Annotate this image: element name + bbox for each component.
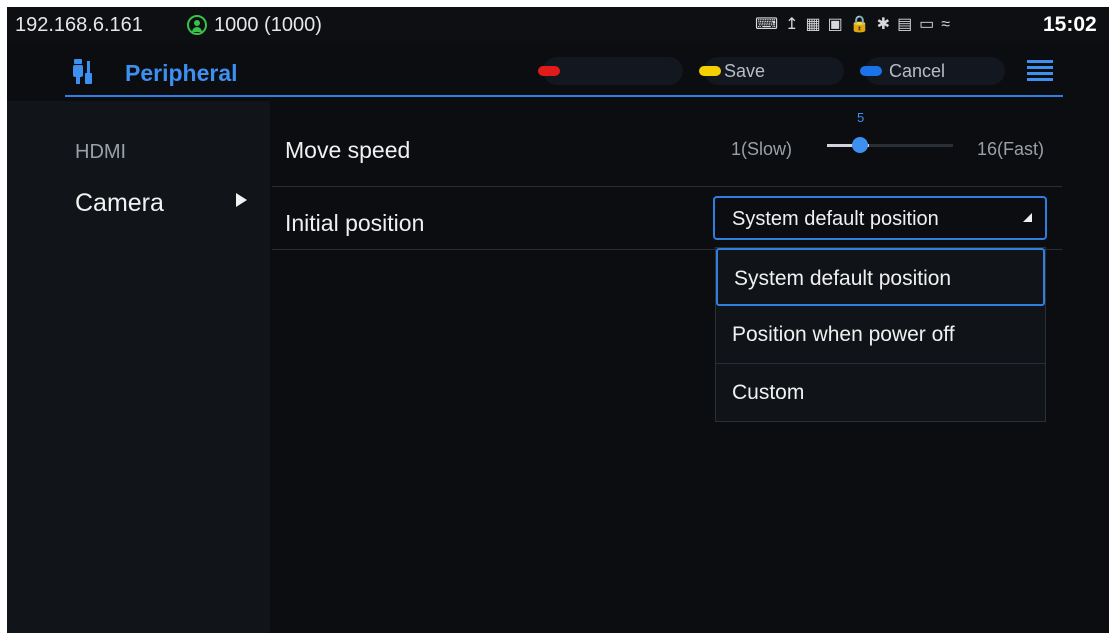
slider-value-label: 5 — [857, 110, 865, 125]
red-key-icon — [538, 66, 560, 76]
clock: 15:02 — [1043, 13, 1097, 36]
account-status-icon — [187, 15, 207, 35]
header-divider — [65, 95, 1063, 97]
initial-position-label: Initial position — [285, 210, 425, 236]
initial-position-select[interactable]: System default position — [713, 196, 1047, 240]
slider-max-label: 16(Fast) — [977, 139, 1045, 159]
account-label: 1000 (1000) — [214, 14, 322, 36]
option-label: Position when power off — [732, 323, 955, 346]
sidebar — [7, 101, 270, 633]
cancel-label: Cancel — [889, 61, 946, 81]
dropdown-menu: System default position Position when po… — [715, 247, 1046, 422]
sidebar-item-hdmi[interactable]: HDMI — [75, 141, 126, 164]
status-icons: ⌨↥▦▣🔒✱▤▭≈ — [755, 16, 958, 33]
select-value: System default position — [732, 208, 939, 230]
header: Peripheral Save Cancel — [7, 41, 1109, 101]
page-title: Peripheral — [125, 60, 238, 86]
sidebar-item-camera[interactable]: Camera — [75, 189, 164, 218]
save-button[interactable]: Save — [699, 57, 844, 85]
screen: 192.168.6.161 1000 (1000) ⌨↥▦▣🔒✱▤▭≈ 15:0… — [7, 7, 1109, 633]
menu-icon[interactable] — [1027, 60, 1053, 82]
dropdown-arrow-icon — [1023, 213, 1032, 222]
row-divider — [272, 186, 1062, 187]
option-system-default[interactable]: System default position — [716, 248, 1045, 306]
ip-address: 192.168.6.161 — [15, 14, 143, 36]
save-label: Save — [724, 61, 766, 81]
status-bar: 192.168.6.161 1000 (1000) ⌨↥▦▣🔒✱▤▭≈ 15:0… — [7, 7, 1109, 41]
move-speed-slider[interactable] — [827, 144, 953, 147]
option-label: Custom — [732, 381, 805, 404]
selected-arrow-icon — [236, 193, 247, 207]
option-label: System default position — [734, 267, 952, 290]
cancel-button[interactable]: Cancel — [860, 57, 1005, 85]
option-custom[interactable]: Custom — [716, 364, 1045, 422]
slider-thumb[interactable] — [852, 137, 868, 153]
red-softkey-button[interactable] — [538, 57, 683, 85]
slider-min-label: 1(Slow) — [731, 139, 793, 159]
move-speed-label: Move speed — [285, 137, 411, 163]
yellow-key-icon — [699, 66, 721, 76]
peripheral-icon — [73, 59, 92, 84]
blue-key-icon — [860, 66, 882, 76]
option-power-off-position[interactable]: Position when power off — [716, 306, 1045, 364]
